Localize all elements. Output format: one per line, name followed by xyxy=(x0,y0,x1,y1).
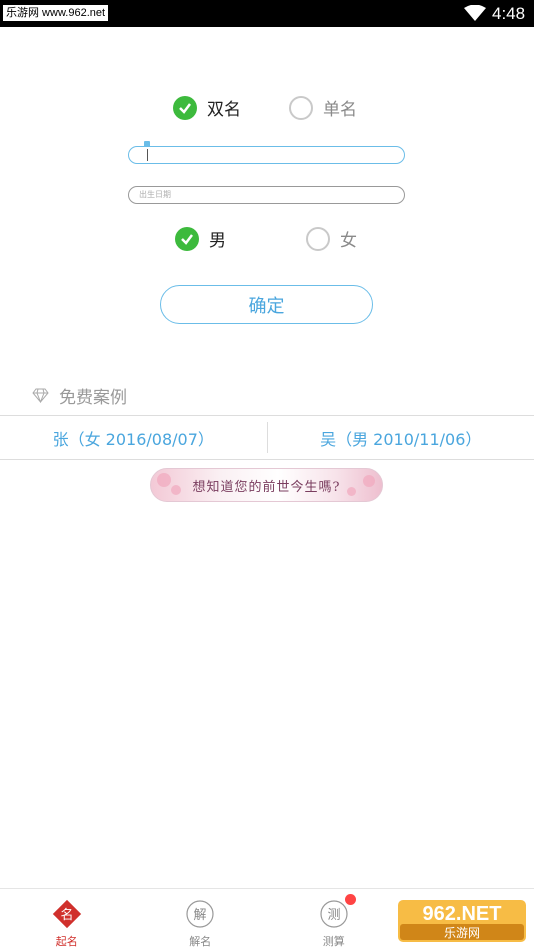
radio-female[interactable]: 女 xyxy=(306,226,357,251)
gender-group: 男 女 xyxy=(175,226,357,251)
radio-circle-icon xyxy=(289,96,313,120)
watermark-text: 乐游网 www.962.net xyxy=(3,5,108,21)
naming-icon: 名 xyxy=(51,898,83,930)
surname-input[interactable] xyxy=(139,147,389,162)
case-item[interactable]: 吴（男 2010/11/06） xyxy=(268,416,534,459)
svg-text:名: 名 xyxy=(60,907,73,923)
interpret-icon: 解 xyxy=(184,898,216,930)
blossom-decoration xyxy=(363,475,375,487)
tab-interpret[interactable]: 解 解名 xyxy=(134,889,268,950)
section-title: 免费案例 xyxy=(59,383,127,408)
svg-text:解: 解 xyxy=(194,908,207,923)
name-type-group: 双名 单名 xyxy=(173,95,357,120)
radio-circle-icon xyxy=(306,227,330,251)
radio-double-name[interactable]: 双名 xyxy=(173,95,241,120)
tab-label: 解名 xyxy=(189,933,211,949)
svg-text:962.NET: 962.NET xyxy=(423,903,502,925)
radio-label: 女 xyxy=(340,226,357,251)
radio-label: 单名 xyxy=(323,95,357,120)
free-cases-header: 免费案例 xyxy=(32,383,127,408)
past-life-banner[interactable]: 想知道您的前世今生嗎? xyxy=(150,468,383,502)
notification-badge xyxy=(345,894,356,905)
status-bar: 乐游网 www.962.net 4:48 xyxy=(0,0,534,27)
watermark-logo: 962.NET 乐游网 xyxy=(396,898,528,944)
diamond-icon xyxy=(32,388,49,403)
blossom-decoration xyxy=(347,487,356,496)
blossom-decoration xyxy=(157,473,171,487)
birthdate-field[interactable] xyxy=(128,186,405,204)
tab-label: 测算 xyxy=(323,933,345,949)
fortune-icon: 测 xyxy=(318,898,350,930)
svg-text:测: 测 xyxy=(327,908,340,923)
surname-field[interactable] xyxy=(128,146,405,164)
blossom-decoration xyxy=(171,485,181,495)
case-item[interactable]: 张（女 2016/08/07） xyxy=(0,416,267,459)
tab-naming[interactable]: 名 起名 xyxy=(0,889,134,950)
birthdate-input[interactable] xyxy=(139,187,389,202)
check-icon xyxy=(173,96,197,120)
radio-label: 男 xyxy=(209,226,226,251)
radio-male[interactable]: 男 xyxy=(175,226,226,251)
tab-fortune[interactable]: 测 测算 xyxy=(267,889,401,950)
check-icon xyxy=(175,227,199,251)
wifi-icon xyxy=(464,5,486,22)
cases-row: 张（女 2016/08/07） 吴（男 2010/11/06） xyxy=(0,415,534,460)
radio-label: 双名 xyxy=(207,95,241,120)
radio-single-name[interactable]: 单名 xyxy=(289,95,357,120)
confirm-button[interactable]: 确定 xyxy=(160,285,373,324)
banner-text: 想知道您的前世今生嗎? xyxy=(193,476,341,495)
status-clock: 4:48 xyxy=(492,4,525,24)
svg-text:乐游网: 乐游网 xyxy=(444,926,480,940)
tab-label: 起名 xyxy=(56,933,78,949)
